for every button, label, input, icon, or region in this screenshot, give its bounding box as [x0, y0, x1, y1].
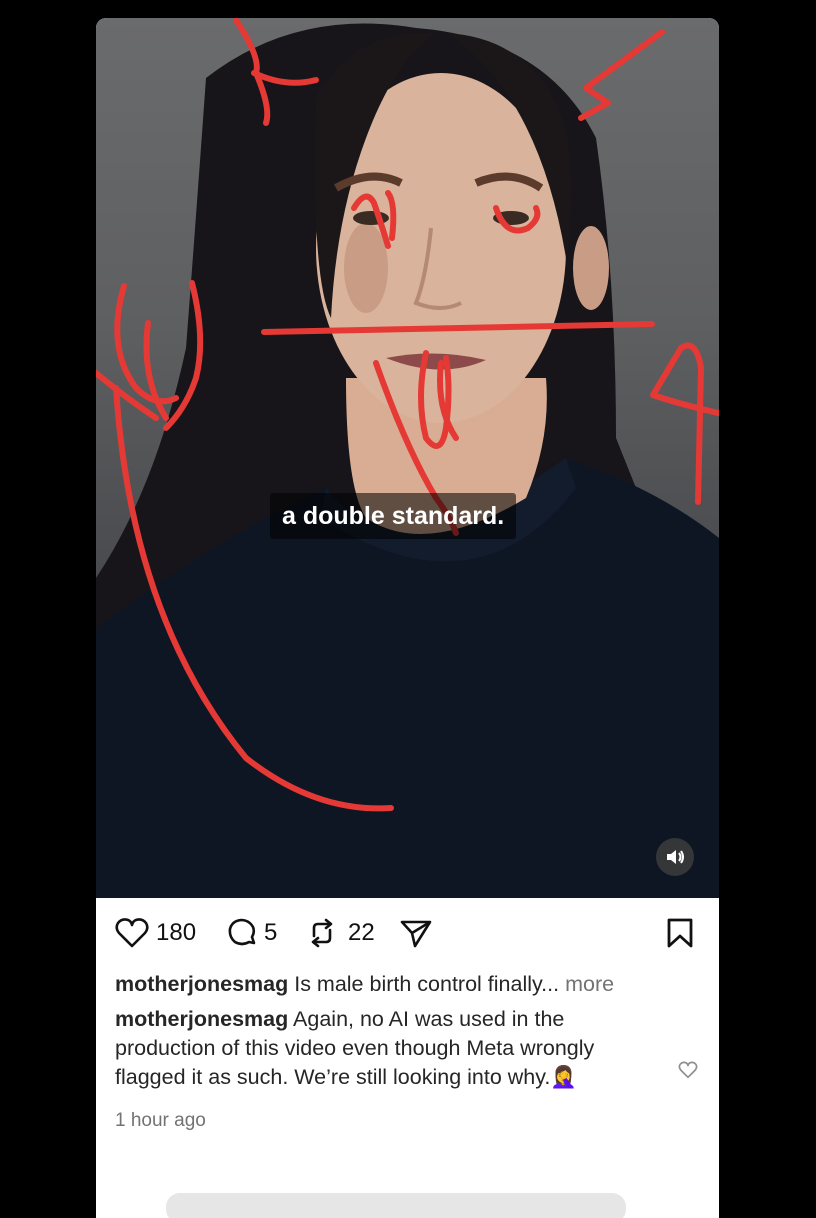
- video-caption: a double standard.: [270, 493, 517, 539]
- post-card: a double standard. 180 5 22 motherjonesm…: [96, 18, 719, 1218]
- top-comment: motherjonesmag Again, no AI was used in …: [115, 1005, 635, 1092]
- comment-button[interactable]: 5: [226, 898, 277, 968]
- comment-icon: [228, 918, 256, 946]
- caption-text: Is male birth control finally...: [294, 972, 560, 996]
- like-count: 180: [156, 919, 197, 946]
- video-frame: [96, 18, 719, 898]
- action-bar: 180 5 22: [96, 898, 719, 968]
- comment-timestamp: 1 hour ago: [115, 1110, 206, 1131]
- input-bar[interactable]: [166, 1193, 626, 1218]
- more-link[interactable]: more: [565, 972, 614, 996]
- repost-count: 22: [348, 919, 375, 946]
- comment-like-button[interactable]: [678, 1061, 698, 1084]
- heart-icon: [115, 918, 149, 948]
- caption-username[interactable]: motherjonesmag: [115, 972, 288, 996]
- like-button[interactable]: 180: [115, 898, 196, 968]
- bookmark-icon: [667, 918, 693, 948]
- save-button[interactable]: [665, 898, 695, 968]
- post-caption: motherjonesmag Is male birth control fin…: [115, 970, 705, 999]
- share-button[interactable]: [399, 898, 433, 968]
- caption-section: motherjonesmag Is male birth control fin…: [115, 970, 705, 1135]
- share-icon: [400, 920, 432, 948]
- comment-username[interactable]: motherjonesmag: [115, 1007, 288, 1031]
- comment-count: 5: [264, 919, 278, 946]
- repost-icon: [311, 918, 333, 948]
- speaker-icon: [667, 850, 684, 864]
- facepalm-emoji: 🤦‍♀️: [550, 1065, 578, 1089]
- heart-icon: [678, 1061, 698, 1079]
- repost-button[interactable]: 22: [306, 898, 375, 968]
- video-player[interactable]: a double standard.: [96, 18, 719, 898]
- mute-button[interactable]: [656, 838, 694, 876]
